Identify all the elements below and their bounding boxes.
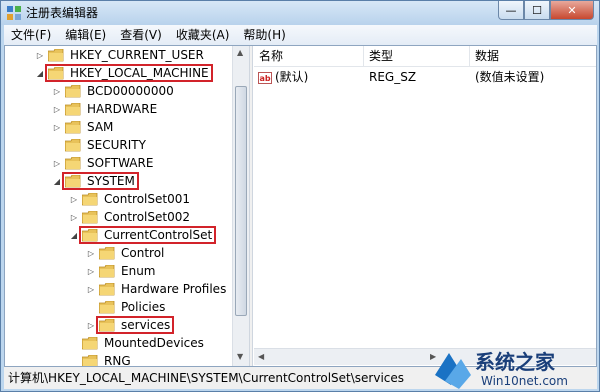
tree-node-label: BCD00000000: [87, 84, 174, 98]
tree-node[interactable]: ▷ HARDWARE: [52, 100, 159, 118]
client-area: ▷ HKEY_CURRENT_USER ◢ HKEY_LOCAL_MACHINE ▷ BC…: [4, 45, 597, 367]
list-item[interactable]: ab (默认) REG_SZ (数值未设置): [254, 68, 596, 86]
window-title: 注册表编辑器: [26, 6, 99, 20]
folder-icon: [65, 138, 81, 151]
folder-icon: [99, 264, 115, 277]
expand-arrow-icon[interactable]: ▷: [52, 86, 62, 96]
pane-splitter[interactable]: [249, 46, 253, 366]
expand-arrow-icon[interactable]: ▷: [35, 50, 45, 60]
value-name: (默认): [275, 70, 309, 84]
registry-tree[interactable]: ▷ HKEY_CURRENT_USER ◢ HKEY_LOCAL_MACHINE ▷ BC…: [5, 46, 233, 366]
tree-node-label: RNG: [104, 354, 131, 366]
tree-node-label: Hardware Profiles: [121, 282, 227, 296]
expand-arrow-icon[interactable]: ▷: [86, 248, 96, 258]
expand-arrow-icon: [69, 338, 79, 348]
folder-icon: [99, 300, 115, 313]
tree-node-label: SOFTWARE: [87, 156, 154, 170]
expand-arrow-icon[interactable]: ▷: [69, 194, 79, 204]
expand-arrow-icon[interactable]: ▷: [86, 284, 96, 294]
folder-icon: [65, 120, 81, 133]
folder-icon: [82, 354, 98, 366]
tree-node[interactable]: SECURITY: [52, 136, 148, 154]
folder-icon: [99, 246, 115, 259]
folder-icon: [82, 336, 98, 349]
title-bar[interactable]: 注册表编辑器 — ☐ ✕: [1, 1, 599, 25]
expand-arrow-icon[interactable]: ▷: [52, 104, 62, 114]
tree-node-label: SECURITY: [87, 138, 146, 152]
menu-bar: 文件(F) 编辑(E) 查看(V) 收藏夹(A) 帮助(H): [4, 25, 597, 45]
highlight-box: [96, 316, 174, 334]
registry-editor-icon: [7, 6, 21, 20]
tree-node-label: Control: [121, 246, 165, 260]
folder-icon: [99, 282, 115, 295]
tree-node-label: MountedDevices: [104, 336, 204, 350]
tree-node-label: ControlSet002: [104, 210, 190, 224]
menu-edit[interactable]: 编辑(E): [58, 25, 113, 45]
menu-file[interactable]: 文件(F): [4, 25, 58, 45]
tree-node[interactable]: ▷ SAM: [52, 118, 115, 136]
watermark-cn: 系统之家: [475, 350, 556, 374]
expand-arrow-icon: [86, 302, 96, 312]
collapse-arrow-icon[interactable]: ◢: [35, 68, 45, 78]
tree-node[interactable]: ▷ ControlSet001: [69, 190, 192, 208]
tree-node[interactable]: ▷ Enum: [86, 262, 157, 280]
scroll-up-icon[interactable]: ▲: [237, 48, 243, 57]
scroll-left-icon[interactable]: ◀: [258, 352, 264, 361]
folder-icon: [82, 210, 98, 223]
watermark-logo: 系统之家 Win10net.com: [435, 350, 568, 389]
highlight-box: [79, 226, 216, 244]
watermark-en: Win10net.com: [481, 374, 568, 388]
tree-node[interactable]: ▷ ControlSet002: [69, 208, 192, 226]
folder-icon: [65, 102, 81, 115]
column-header-type[interactable]: 类型: [364, 46, 470, 66]
expand-arrow-icon: [52, 140, 62, 150]
tree-node[interactable]: ▷ Control: [86, 244, 166, 262]
tree-node[interactable]: MountedDevices: [69, 334, 206, 352]
column-header-name[interactable]: 名称: [254, 46, 364, 66]
tree-node-label: HKEY_CURRENT_USER: [70, 48, 204, 62]
highlight-box: [62, 172, 139, 190]
folder-icon: [65, 84, 81, 97]
string-value-icon: ab: [258, 71, 272, 84]
list-header: 名称 类型 数据: [254, 46, 596, 67]
tree-node-label: ControlSet001: [104, 192, 190, 206]
expand-arrow-icon[interactable]: ▷: [52, 122, 62, 132]
maximize-button[interactable]: ☐: [524, 1, 550, 20]
tree-node[interactable]: ▷ Hardware Profiles: [86, 280, 228, 298]
tree-node[interactable]: RNG: [69, 352, 133, 366]
minimize-button[interactable]: —: [498, 1, 524, 20]
collapse-arrow-icon[interactable]: ◢: [69, 230, 79, 240]
value-type: REG_SZ: [369, 70, 417, 84]
expand-arrow-icon[interactable]: ▷: [86, 320, 96, 330]
menu-view[interactable]: 查看(V): [113, 25, 169, 45]
tree-node-label: HARDWARE: [87, 102, 158, 116]
tree-node[interactable]: ▷ HKEY_CURRENT_USER: [35, 46, 206, 64]
tree-node-label: SAM: [87, 120, 114, 134]
menu-help[interactable]: 帮助(H): [236, 25, 292, 45]
expand-arrow-icon[interactable]: ▷: [86, 266, 96, 276]
tree-node[interactable]: Policies: [86, 298, 167, 316]
folder-icon: [48, 48, 64, 61]
tree-node-label: Policies: [121, 300, 166, 314]
expand-arrow-icon: [69, 356, 79, 366]
tree-vertical-scrollbar[interactable]: ▲ ▼: [232, 46, 249, 366]
folder-icon: [82, 192, 98, 205]
registry-editor-window: 注册表编辑器 — ☐ ✕ 文件(F) 编辑(E) 查看(V) 收藏夹(A) 帮助…: [0, 0, 600, 392]
folder-icon: [65, 156, 81, 169]
tree-node[interactable]: ▷ SOFTWARE: [52, 154, 155, 172]
expand-arrow-icon[interactable]: ▷: [52, 158, 62, 168]
value-data: (数值未设置): [475, 70, 545, 84]
close-button[interactable]: ✕: [550, 1, 594, 20]
scroll-down-icon[interactable]: ▼: [237, 352, 243, 361]
tree-node-label: Enum: [121, 264, 156, 278]
scrollbar-thumb[interactable]: [235, 86, 247, 316]
expand-arrow-icon[interactable]: ▷: [69, 212, 79, 222]
collapse-arrow-icon[interactable]: ◢: [52, 176, 62, 186]
menu-favorites[interactable]: 收藏夹(A): [169, 25, 237, 45]
values-list[interactable]: 名称 类型 数据 ab (默认) REG_SZ (数值未设置) ◀ ▶: [254, 46, 596, 366]
tree-node[interactable]: ▷ BCD00000000: [52, 82, 176, 100]
highlight-box: [45, 64, 213, 82]
column-header-data[interactable]: 数据: [470, 46, 596, 66]
